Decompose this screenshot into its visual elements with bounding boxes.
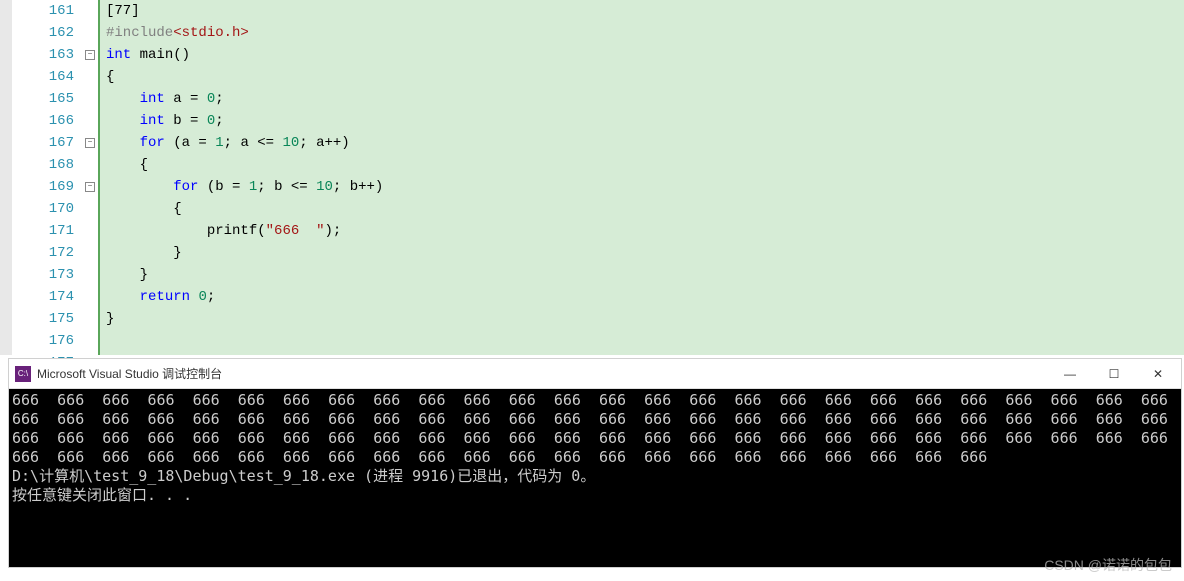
code-line[interactable]: return 0; xyxy=(106,286,1184,308)
line-number: 163 xyxy=(12,44,74,66)
line-number: 162 xyxy=(12,22,74,44)
console-titlebar[interactable]: C:\ Microsoft Visual Studio 调试控制台 — ☐ ✕ xyxy=(9,359,1181,389)
line-number: 175 xyxy=(12,308,74,330)
code-editor[interactable]: 1611621631641651661671681691701711721731… xyxy=(0,0,1184,355)
line-number-gutter: 1611621631641651661671681691701711721731… xyxy=(12,0,82,355)
line-number: 173 xyxy=(12,264,74,286)
code-line[interactable]: } xyxy=(106,242,1184,264)
line-number: 172 xyxy=(12,242,74,264)
line-number: 164 xyxy=(12,66,74,88)
maximize-button[interactable]: ☐ xyxy=(1092,360,1136,388)
console-window: C:\ Microsoft Visual Studio 调试控制台 — ☐ ✕ … xyxy=(8,358,1182,568)
code-line[interactable]: int b = 0; xyxy=(106,110,1184,132)
code-line[interactable]: { xyxy=(106,154,1184,176)
code-line[interactable]: #include<stdio.h> xyxy=(106,22,1184,44)
fold-toggle-icon[interactable]: − xyxy=(85,138,95,148)
console-icon: C:\ xyxy=(15,366,31,382)
close-button[interactable]: ✕ xyxy=(1136,360,1180,388)
code-line[interactable]: } xyxy=(106,264,1184,286)
code-line[interactable]: printf("666 "); xyxy=(106,220,1184,242)
code-line[interactable]: [77] xyxy=(106,0,1184,22)
code-line[interactable]: } xyxy=(106,308,1184,330)
code-line[interactable]: for (b = 1; b <= 10; b++) xyxy=(106,176,1184,198)
console-title: Microsoft Visual Studio 调试控制台 xyxy=(37,365,1048,382)
line-number: 170 xyxy=(12,198,74,220)
code-line[interactable]: int main() xyxy=(106,44,1184,66)
code-line[interactable] xyxy=(106,330,1184,352)
fold-margin[interactable]: − − − xyxy=(82,0,100,355)
line-number: 167 xyxy=(12,132,74,154)
line-number: 168 xyxy=(12,154,74,176)
code-line[interactable]: int a = 0; xyxy=(106,88,1184,110)
console-output[interactable]: 666 666 666 666 666 666 666 666 666 666 … xyxy=(9,389,1181,567)
code-line[interactable]: for (a = 1; a <= 10; a++) xyxy=(106,132,1184,154)
line-number: 166 xyxy=(12,110,74,132)
fold-toggle-icon[interactable]: − xyxy=(85,182,95,192)
code-line[interactable]: { xyxy=(106,198,1184,220)
line-number: 169 xyxy=(12,176,74,198)
line-number: 176 xyxy=(12,330,74,352)
watermark: CSDN @诺诺的包包 xyxy=(1044,555,1172,575)
line-number: 161 xyxy=(12,0,74,22)
line-number: 174 xyxy=(12,286,74,308)
code-area[interactable]: [77]#include<stdio.h>int main(){ int a =… xyxy=(100,0,1184,355)
line-number: 165 xyxy=(12,88,74,110)
line-number: 171 xyxy=(12,220,74,242)
window-controls: — ☐ ✕ xyxy=(1048,360,1180,388)
fold-toggle-icon[interactable]: − xyxy=(85,50,95,60)
code-line[interactable]: { xyxy=(106,66,1184,88)
minimize-button[interactable]: — xyxy=(1048,360,1092,388)
